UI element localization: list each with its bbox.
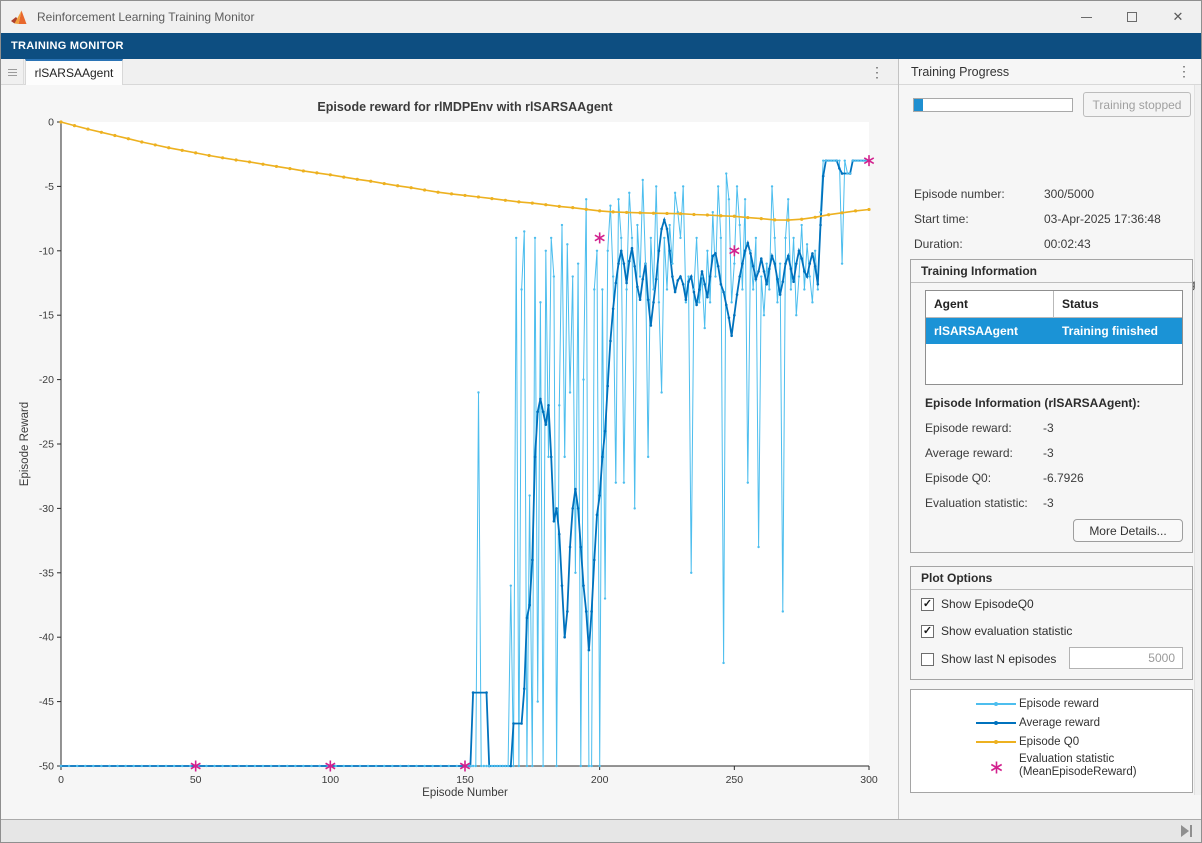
svg-text:250: 250 bbox=[726, 774, 744, 786]
episode-q0-label: Episode Q0: bbox=[925, 471, 991, 485]
agent-column-header[interactable]: Agent bbox=[926, 291, 1054, 317]
average-reward-legend-swatch bbox=[976, 722, 1016, 724]
checkbox-icon[interactable]: ✓ bbox=[921, 653, 934, 666]
training-progress-panel: Training Progress ⋮ Training stopped Epi… bbox=[898, 59, 1202, 819]
checkbox-icon[interactable]: ✓ bbox=[921, 598, 934, 611]
last-n-episodes-input[interactable] bbox=[1069, 647, 1183, 669]
episode-number-value: 300/5000 bbox=[1044, 187, 1196, 202]
kebab-menu-icon[interactable]: ⋮ bbox=[1177, 63, 1191, 80]
matlab-logo-icon bbox=[11, 9, 28, 26]
skip-to-end-icon[interactable] bbox=[1181, 825, 1192, 837]
svg-text:-15: -15 bbox=[39, 310, 54, 322]
episode-reward-label: Episode reward: bbox=[925, 421, 1012, 435]
checkbox-show-evaluation-statistic[interactable]: ✓ Show evaluation statistic bbox=[921, 624, 1072, 638]
svg-text:-50: -50 bbox=[39, 761, 54, 773]
svg-text:Episode Reward: Episode Reward bbox=[19, 402, 31, 486]
svg-text:100: 100 bbox=[322, 774, 340, 786]
start-time-label: Start time: bbox=[914, 212, 969, 226]
evaluation-statistic-label: Evaluation statistic: bbox=[925, 496, 1028, 510]
kebab-menu-icon[interactable]: ⋮ bbox=[870, 59, 884, 85]
more-details-button[interactable]: More Details... bbox=[1073, 519, 1183, 542]
svg-text:Episode Number: Episode Number bbox=[422, 787, 508, 799]
checkbox-icon[interactable]: ✓ bbox=[921, 625, 934, 638]
table-row[interactable]: rlSARSAAgent Training finished bbox=[926, 318, 1182, 344]
episode-information-title: Episode Information (rlSARSAAgent): bbox=[925, 396, 1140, 410]
svg-text:150: 150 bbox=[456, 774, 474, 786]
close-icon[interactable]: ✕ bbox=[1155, 1, 1201, 33]
table-header-row: Agent Status bbox=[926, 291, 1182, 318]
episode-q0-value: -6.7926 bbox=[1043, 471, 1084, 485]
plot-options-header: Plot Options bbox=[911, 567, 1192, 590]
svg-text:300: 300 bbox=[860, 774, 878, 786]
agent-cell: rlSARSAAgent bbox=[926, 318, 1054, 344]
status-cell: Training finished bbox=[1054, 318, 1182, 344]
chart-document: Episode reward for rlMDPEnv with rlSARSA… bbox=[1, 85, 898, 819]
svg-text:-45: -45 bbox=[39, 696, 54, 708]
tab-rlsarsaagent[interactable]: rlSARSAAgent bbox=[25, 59, 123, 85]
checkbox-show-episodeq0[interactable]: ✓ Show EpisodeQ0 bbox=[921, 597, 1034, 611]
svg-text:0: 0 bbox=[58, 774, 64, 786]
legend-episode-reward: Episode reward bbox=[1019, 698, 1099, 711]
training-progress-bar bbox=[913, 98, 1073, 112]
minimize-icon[interactable] bbox=[1063, 1, 1109, 33]
svg-text:-25: -25 bbox=[39, 439, 54, 451]
svg-text:200: 200 bbox=[591, 774, 609, 786]
progress-fill bbox=[914, 99, 923, 111]
ribbon-tab-training-monitor[interactable]: TRAINING MONITOR bbox=[1, 40, 124, 52]
svg-text:-35: -35 bbox=[39, 567, 54, 579]
episode-reward-value: -3 bbox=[1043, 421, 1054, 435]
episode-reward-legend-swatch bbox=[976, 703, 1016, 705]
plot-options-group: Plot Options ✓ Show EpisodeQ0 ✓ Show eva… bbox=[910, 566, 1193, 680]
legend-episode-q0: Episode Q0 bbox=[1019, 736, 1079, 749]
status-column-header[interactable]: Status bbox=[1054, 291, 1182, 317]
window-title: Reinforcement Learning Training Monitor bbox=[37, 10, 254, 24]
panel-title: Training Progress bbox=[911, 65, 1009, 79]
average-reward-label: Average reward: bbox=[925, 446, 1013, 460]
training-information-group: Training Information Agent Status rlSARS… bbox=[910, 259, 1193, 553]
training-stopped-button[interactable]: Training stopped bbox=[1083, 92, 1191, 117]
title-bar: Reinforcement Learning Training Monitor … bbox=[1, 1, 1201, 33]
maximize-icon[interactable] bbox=[1109, 1, 1155, 33]
legend-evaluation-statistic: Evaluation statistic (MeanEpisodeReward) bbox=[1019, 753, 1137, 779]
svg-text:Episode reward for rlMDPEnv wi: Episode reward for rlMDPEnv with rlSARSA… bbox=[317, 100, 613, 114]
toolstrip-ribbon: TRAINING MONITOR bbox=[1, 33, 1201, 59]
status-bar bbox=[1, 819, 1201, 843]
panel-header: Training Progress ⋮ bbox=[899, 59, 1202, 85]
reward-chart: Episode reward for rlMDPEnv with rlSARSA… bbox=[1, 85, 898, 819]
start-time-value: 03-Apr-2025 17:36:48 bbox=[1044, 212, 1196, 227]
training-information-header: Training Information bbox=[911, 260, 1192, 283]
app-window: Reinforcement Learning Training Monitor … bbox=[0, 0, 1202, 843]
svg-text:-40: -40 bbox=[39, 632, 54, 644]
asterisk-icon bbox=[989, 760, 1004, 775]
evaluation-statistic-value: -3 bbox=[1043, 496, 1054, 510]
legend-average-reward: Average reward bbox=[1019, 717, 1100, 730]
duration-label: Duration: bbox=[914, 237, 963, 251]
svg-text:-30: -30 bbox=[39, 503, 54, 515]
agent-status-table: Agent Status rlSARSAAgent Training finis… bbox=[925, 290, 1183, 385]
episode-number-label: Episode number: bbox=[914, 187, 1005, 201]
average-reward-value: -3 bbox=[1043, 446, 1054, 460]
checkbox-show-last-n-episodes[interactable]: ✓ Show last N episodes bbox=[921, 652, 1056, 666]
tab-list-icon[interactable] bbox=[1, 59, 24, 85]
chart-legend: Episode reward Average reward Episode Q0… bbox=[910, 689, 1193, 793]
document-tab-strip: rlSARSAAgent ⋮ bbox=[1, 59, 898, 85]
svg-text:-10: -10 bbox=[39, 245, 54, 257]
svg-text:0: 0 bbox=[48, 117, 54, 129]
episode-q0-legend-swatch bbox=[976, 741, 1016, 743]
svg-text:-5: -5 bbox=[45, 181, 54, 193]
svg-text:-20: -20 bbox=[39, 374, 54, 386]
svg-text:50: 50 bbox=[190, 774, 202, 786]
duration-value: 00:02:43 bbox=[1044, 237, 1196, 252]
